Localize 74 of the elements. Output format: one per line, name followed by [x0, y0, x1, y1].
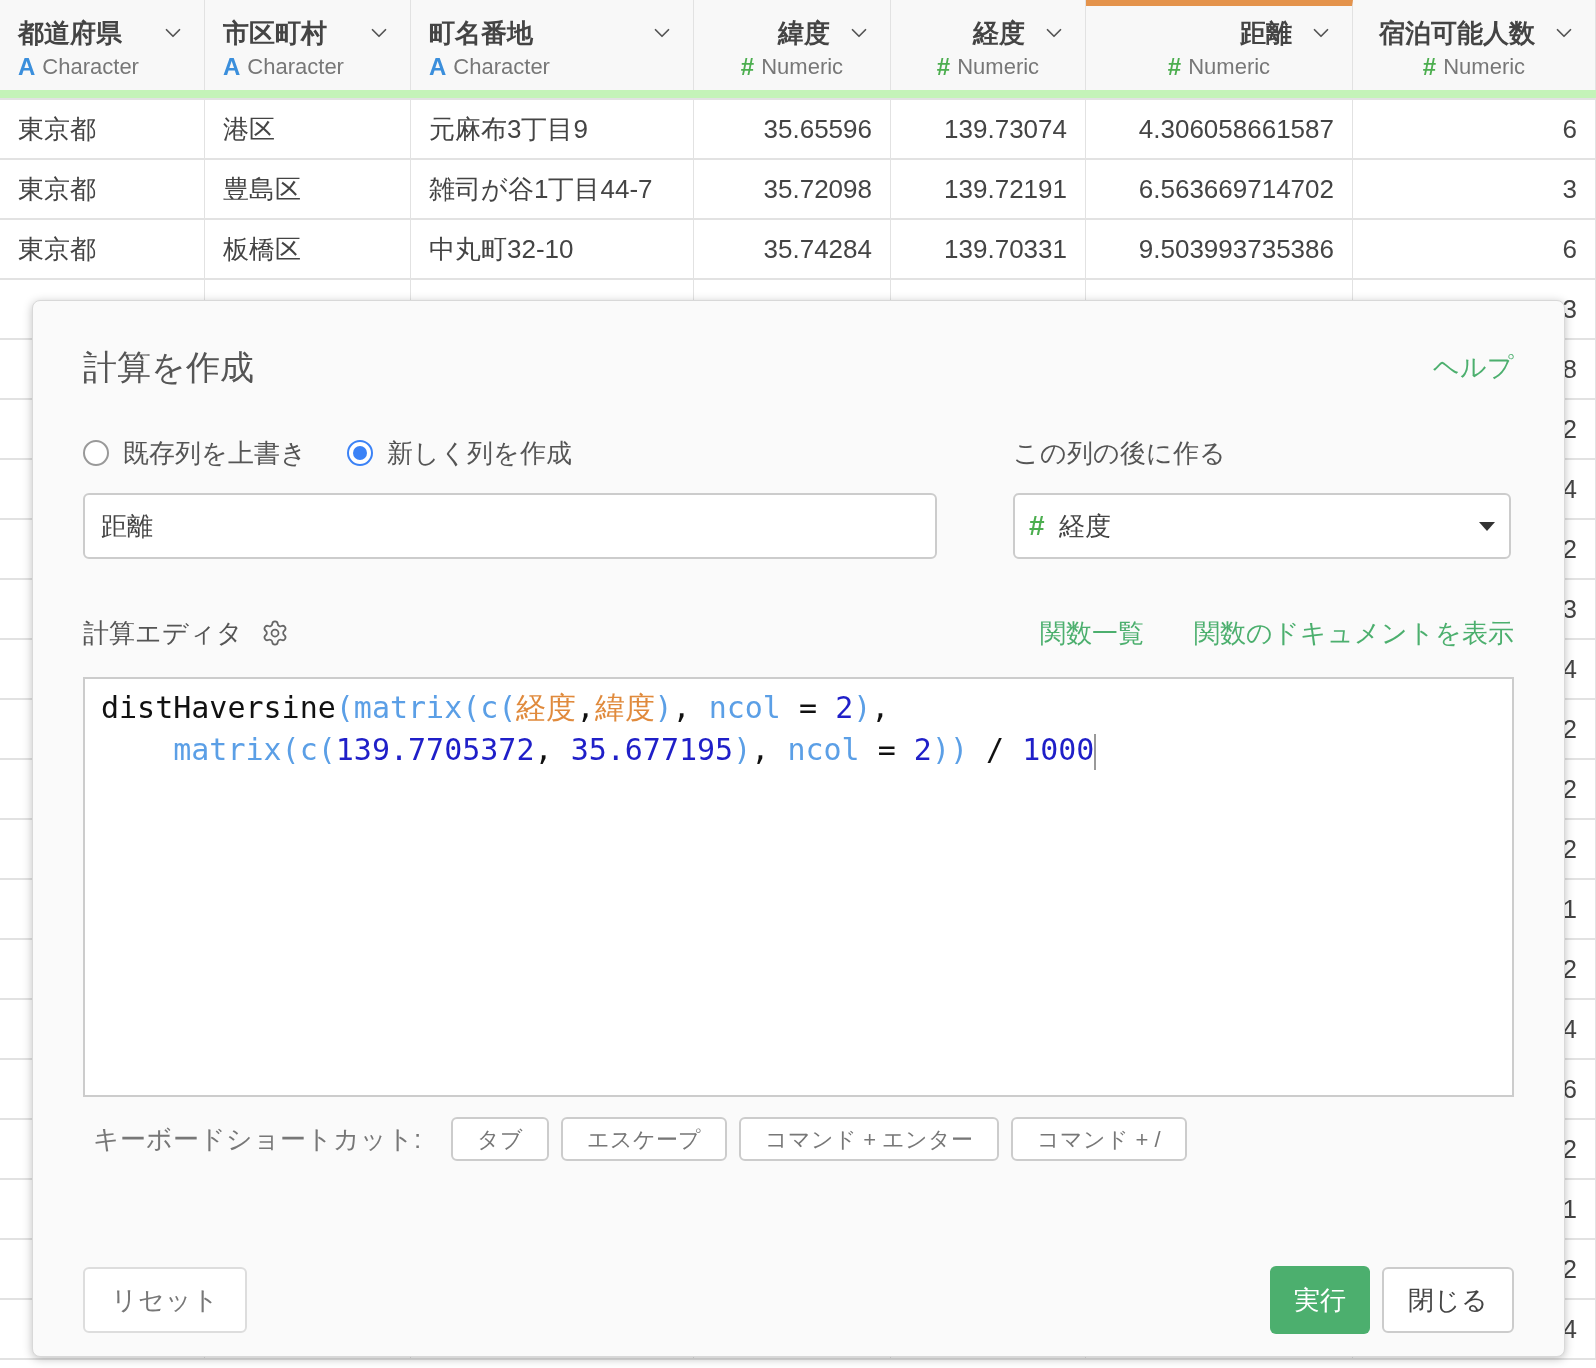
- type-icon: #: [1422, 52, 1437, 82]
- code-line: distHaversine(matrix(c(経度,緯度), ncol = 2),: [101, 689, 890, 727]
- table-cell-text: 35.74284: [763, 232, 872, 266]
- column-type: Character: [247, 53, 344, 81]
- column-type: Numeric: [957, 53, 1040, 81]
- table-cell-text: 1: [1562, 1192, 1577, 1226]
- table-cell-text: 35.72098: [763, 172, 872, 206]
- shortcut-key: コマンド + /: [1011, 1117, 1187, 1161]
- dialog-title: 計算を作成: [83, 346, 254, 388]
- table-cell-text: 豊島区: [223, 172, 301, 206]
- column-type: Character: [453, 53, 550, 81]
- select-value: 経度: [1058, 509, 1111, 543]
- column-select[interactable]: # 経度: [1013, 493, 1511, 559]
- radio-button[interactable]: [83, 440, 109, 466]
- column-name: 市区町村: [223, 17, 327, 50]
- column-name: 経度: [973, 17, 1025, 50]
- column-name: 距離: [1240, 17, 1292, 50]
- table-cell-text: 3: [1562, 292, 1577, 326]
- table-cell-text: 東京都: [18, 172, 96, 206]
- table-cell-text: 139.72191: [944, 172, 1067, 206]
- table-cell-text: 1: [1562, 892, 1577, 926]
- column-type: Character: [42, 53, 139, 81]
- table-cell-text: 東京都: [18, 232, 96, 266]
- radio-button[interactable]: [347, 440, 373, 466]
- table-cell-text: 雑司が谷1丁目44-7: [429, 172, 653, 206]
- editor-label: 計算エディタ: [83, 616, 243, 650]
- settings-icon[interactable]: [261, 619, 289, 647]
- table-cell-text: 4.306058661587: [1138, 112, 1334, 146]
- column-type: Numeric: [761, 53, 844, 81]
- column-header[interactable]: 市区町村 A Character: [205, 0, 411, 90]
- code-line: matrix(c(139.7705372, 35.677195), ncol = 2)) / 1000: [101, 729, 1097, 771]
- table-cell-text: 6: [1562, 232, 1577, 266]
- column-name: 町名番地: [429, 17, 533, 50]
- type-icon: #: [1029, 505, 1045, 547]
- table-cell-text: 3: [1562, 172, 1577, 206]
- table-cell-text: 9.503993735386: [1138, 232, 1334, 266]
- type-icon: #: [936, 52, 951, 82]
- table-cell-text: 139.70331: [944, 232, 1067, 266]
- table-cell-text: 中丸町32-10: [429, 232, 574, 266]
- column-header[interactable]: 宿泊可能人数 # Numeric: [1353, 0, 1596, 90]
- column-header[interactable]: 都道府県 A Character: [0, 0, 205, 90]
- table-cell-text: 東京都: [18, 112, 96, 146]
- table-cell-text: 6.563669714702: [1138, 172, 1334, 206]
- column-type: Numeric: [1443, 53, 1526, 81]
- close-button[interactable]: 閉じる: [1382, 1267, 1514, 1333]
- column-header[interactable]: 町名番地 A Character: [411, 0, 694, 90]
- table-cell-text: 139.73074: [944, 112, 1067, 146]
- column-type: Numeric: [1188, 53, 1271, 81]
- type-icon: A: [18, 52, 36, 82]
- column-header[interactable]: 経度 # Numeric: [891, 0, 1086, 90]
- column-header[interactable]: 緯度 # Numeric: [694, 0, 891, 90]
- column-header[interactable]: 距離 # Numeric: [1086, 0, 1353, 90]
- table-cell-text: 元麻布3丁目9: [429, 112, 588, 146]
- type-icon: #: [1167, 52, 1182, 82]
- column-name-field[interactable]: 距離: [83, 493, 937, 559]
- shortcut-key: タブ: [451, 1117, 550, 1161]
- shortcut-key: コマンド + エンター: [739, 1117, 1000, 1161]
- table-cell-text: 港区: [223, 112, 275, 146]
- code-editor[interactable]: distHaversine(matrix(c(経度,緯度), ncol = 2), matrix(c(139.7705372, 35.677195), ncol = 2)) / 1000: [83, 677, 1514, 1097]
- reset-button[interactable]: リセット: [83, 1267, 247, 1333]
- type-icon: A: [429, 52, 447, 82]
- column-name: 都道府県: [18, 17, 122, 50]
- radio-option[interactable]: 新しく列を作成: [347, 433, 572, 473]
- table-cell-text: 6: [1562, 112, 1577, 146]
- column-name: 宿泊可能人数: [1379, 17, 1535, 50]
- type-icon: #: [740, 52, 755, 82]
- radio-option[interactable]: 既存列を上書き: [83, 433, 307, 473]
- type-icon: A: [223, 52, 241, 82]
- column-name: 緯度: [778, 17, 830, 50]
- shortcuts-label: キーボードショートカット:: [93, 1122, 422, 1156]
- position-label: この列の後に作る: [1013, 437, 1226, 470]
- table-cell-text: 板橋区: [223, 232, 301, 266]
- shortcut-key: エスケープ: [561, 1117, 728, 1161]
- table-cell-text: 35.65596: [763, 112, 872, 146]
